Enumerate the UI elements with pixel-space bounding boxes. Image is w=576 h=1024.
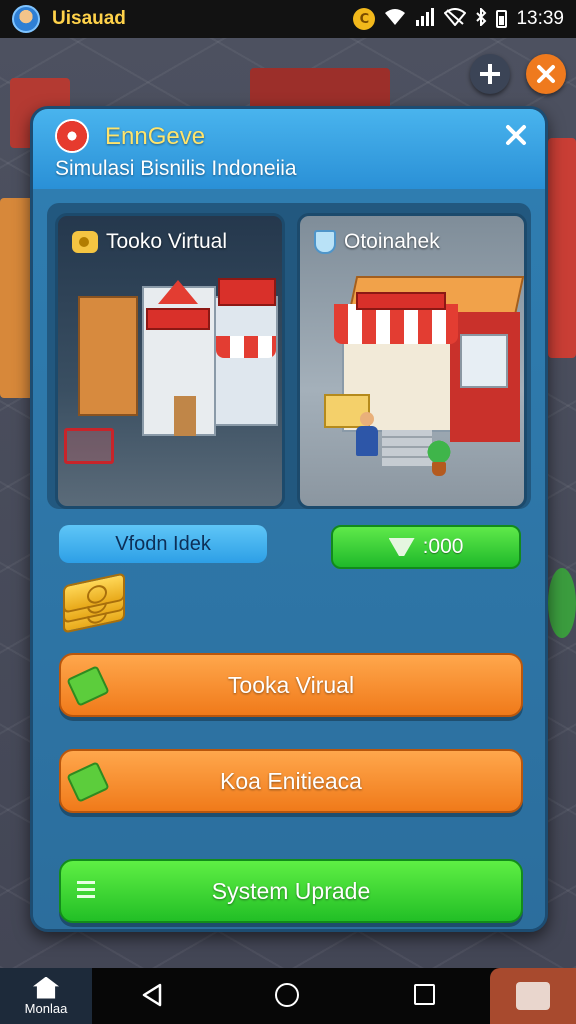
home-icon (33, 976, 59, 999)
shelf-illustration (78, 296, 138, 416)
logo-icon (55, 119, 89, 153)
button-label: System Uprade (211, 877, 371, 904)
no-signal-icon (444, 8, 467, 30)
shop-sign (218, 278, 276, 306)
bg-building (0, 198, 34, 398)
cart-illustration (64, 428, 114, 464)
coin-icon: C (353, 8, 376, 30)
plus-icon (480, 64, 500, 84)
kiosk-window (460, 334, 508, 388)
app-name: Uisauad (52, 8, 126, 29)
shop-cards: Tooko Virtual Otoinahek (47, 203, 531, 509)
close-app-button[interactable] (526, 54, 566, 94)
bg-plant (548, 568, 576, 638)
signal-icon (415, 8, 435, 30)
avatar[interactable] (12, 5, 40, 33)
dialog-subtitle: Simulasi Bisnilis Indoneiia (55, 157, 297, 180)
shop-card-title: Otoinahek (344, 230, 440, 253)
home-tab[interactable]: Monlaa (0, 968, 92, 1024)
business-dialog: EnnGeve Simulasi Bisnilis Indoneiia Took… (30, 106, 548, 932)
dialog-header: EnnGeve Simulasi Bisnilis Indoneiia (33, 109, 545, 189)
store-tab[interactable] (490, 968, 576, 1024)
bluetooth-icon (475, 6, 487, 30)
cash-icon (66, 665, 110, 707)
shop-card-virtual[interactable]: Tooko Virtual (55, 213, 285, 509)
counter (174, 396, 196, 436)
dialog-title: EnnGeve (105, 123, 206, 150)
awning (216, 336, 276, 358)
add-button[interactable] (470, 54, 510, 94)
customer-head (360, 412, 374, 426)
home-label: Monlaa (24, 1000, 68, 1016)
shop-card-label: Otoinahek (314, 230, 440, 254)
shop-card-kiosk[interactable]: Otoinahek (297, 213, 527, 509)
virtual-store-button[interactable]: Tooka Virual (59, 653, 523, 717)
navigation-bar: Monlaa (0, 968, 576, 1024)
roof-triangle (158, 280, 198, 304)
customer-body (356, 426, 378, 456)
cup-icon (314, 230, 336, 254)
business-button[interactable]: Koa Enitieaca (59, 749, 523, 813)
money-icon (63, 572, 127, 634)
shop-card-label: Tooko Virtual (72, 230, 227, 254)
home-button[interactable] (275, 983, 299, 1007)
status-time: 13:39 (516, 8, 564, 29)
close-icon (506, 125, 526, 145)
shop-sign (146, 308, 210, 330)
price-value: :000 (422, 535, 464, 558)
status-bar: Uisauad C 13:39 (0, 0, 576, 38)
plant-pot (432, 462, 446, 476)
button-label: Tooka Virual (227, 671, 355, 698)
dialog-close-button[interactable] (505, 119, 527, 154)
button-label: Koa Enitieaca (220, 767, 362, 794)
menu-icon (77, 881, 95, 901)
store-icon (516, 982, 550, 1010)
close-icon (537, 65, 555, 83)
currency-icon (388, 538, 415, 556)
dialog-body: Tooko Virtual Otoinahek Vfodn Idek:000 … (33, 189, 545, 929)
info-pill[interactable]: Vfodn Idek (59, 525, 267, 563)
recents-button[interactable] (414, 984, 435, 1005)
shop-card-title: Tooko Virtual (106, 230, 228, 253)
shop-sign (356, 292, 446, 310)
system-upgrade-button[interactable]: System Uprade (59, 859, 523, 923)
price-pill[interactable]: :000 (331, 525, 521, 569)
back-icon (142, 983, 162, 1007)
battery-icon (496, 10, 508, 28)
status-icons: C 13:39 (353, 6, 564, 30)
wifi-icon (384, 8, 406, 30)
cash-icon (66, 761, 110, 803)
back-button[interactable] (140, 982, 164, 1008)
bg-building (548, 138, 576, 358)
awning (334, 304, 458, 344)
shop-facade (214, 296, 278, 426)
tag-icon (72, 231, 98, 253)
